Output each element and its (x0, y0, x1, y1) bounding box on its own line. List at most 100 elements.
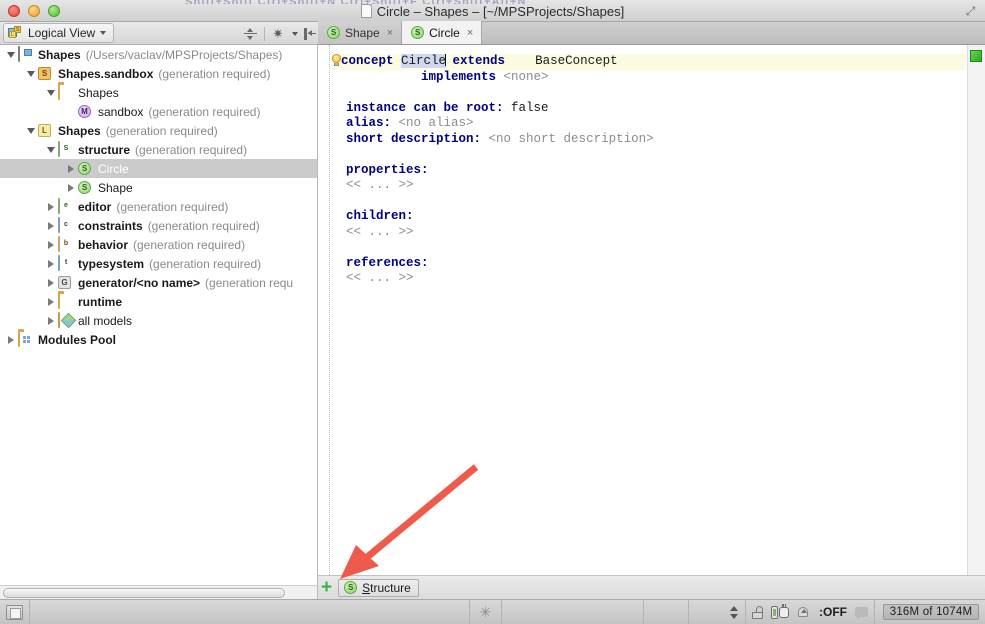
notifications-icon[interactable] (855, 607, 868, 617)
add-tool-window-button[interactable]: + (321, 578, 332, 597)
tree-spacer (64, 102, 78, 121)
tree-item-label: Circle (98, 162, 129, 176)
tree-item-runtime[interactable]: runtime (0, 292, 317, 311)
tree-item-shapes[interactable]: Shapes(/Users/vaclav/MPSProjects/Shapes) (0, 45, 317, 64)
tool-window-button-structure[interactable]: S Structure (338, 579, 419, 597)
tree-item-label: constraints (78, 219, 143, 233)
editor-line[interactable]: << ... >> (331, 178, 966, 194)
lock-icon[interactable] (752, 606, 763, 619)
tree-item-label: runtime (78, 295, 122, 309)
lightbulb-icon[interactable] (331, 54, 342, 66)
tree-item-shape[interactable]: SShape (0, 178, 317, 197)
window-title-bar: Shift+Shift Ctrl+Shift+N Ctrl+Shift+F Ct… (0, 0, 985, 22)
logical-view-tree[interactable]: Shapes(/Users/vaclav/MPSProjects/Shapes)… (0, 45, 318, 585)
editor-line[interactable] (331, 85, 966, 101)
chevron-right-icon[interactable] (64, 159, 78, 178)
concept-icon: S (78, 180, 94, 195)
editor-text (331, 116, 346, 130)
editor-line[interactable]: << ... >> (331, 271, 966, 287)
tree-item-generator-no-name[interactable]: Ggenerator/<no name>(generation requ (0, 273, 317, 292)
editor-line[interactable]: children: (331, 209, 966, 225)
tree-item-typesystem[interactable]: ttypesystem(generation required) (0, 254, 317, 273)
fullscreen-icon[interactable]: ⤢ (964, 5, 977, 18)
all-models-icon (58, 313, 74, 328)
power-save-icon[interactable] (771, 605, 789, 620)
editor-line[interactable]: properties: (331, 163, 966, 179)
mps-application-window: Shift+Shift Ctrl+Shift+N Ctrl+Shift+F Ct… (0, 0, 985, 624)
chevron-right-icon[interactable] (44, 311, 58, 330)
tree-item-status: (generation required) (133, 238, 245, 252)
editor-line[interactable]: instance can be root: false (331, 101, 966, 117)
chevron-down-icon[interactable] (44, 83, 58, 102)
editor-text (331, 209, 346, 223)
tree-item-label: all models (78, 314, 132, 328)
editor-line[interactable]: short description: <no short description… (331, 132, 966, 148)
tree-item-behavior[interactable]: bbehavior(generation required) (0, 235, 317, 254)
tree-item-status: (generation required) (148, 219, 260, 233)
status-background-task-cell[interactable]: ✳ (470, 600, 502, 624)
scrollbar-thumb[interactable] (3, 588, 285, 598)
editor-line[interactable] (331, 240, 966, 256)
ok-marker-icon[interactable] (970, 50, 982, 62)
editor-line[interactable]: concept Circle extends BaseConcept (331, 54, 966, 70)
tree-item-all-models[interactable]: all models (0, 311, 317, 330)
chevron-right-icon[interactable] (44, 292, 58, 311)
tree-item-structure[interactable]: Sstructure(generation required) (0, 140, 317, 159)
tree-item-label: Shapes (38, 48, 81, 62)
tree-item-shapes[interactable]: LShapes(generation required) (0, 121, 317, 140)
editor-marker-bar[interactable] (967, 45, 985, 585)
chevron-right-icon[interactable] (44, 254, 58, 273)
tree-item-editor[interactable]: eeditor(generation required) (0, 197, 317, 216)
editor-line[interactable]: << ... >> (331, 225, 966, 241)
tree-item-circle[interactable]: SCircle (0, 159, 317, 178)
memory-indicator[interactable]: 316M of 1074M (883, 604, 979, 620)
close-icon[interactable]: × (387, 27, 393, 39)
chevron-down-icon[interactable] (4, 45, 18, 64)
chevron-down-icon[interactable] (44, 140, 58, 159)
chevron-right-icon[interactable] (44, 216, 58, 235)
toggle-sidebar-icon[interactable] (6, 605, 23, 620)
chevron-right-icon[interactable] (44, 273, 58, 292)
up-down-arrows-icon[interactable] (728, 605, 739, 620)
tree-item-constraints[interactable]: cconstraints(generation required) (0, 216, 317, 235)
tree-item-modules-pool[interactable]: Modules Pool (0, 330, 317, 349)
chevron-down-icon[interactable] (24, 64, 38, 83)
chevron-right-icon[interactable] (44, 235, 58, 254)
editor-keyword: properties: (346, 163, 429, 177)
editor-line[interactable]: alias: <no alias> (331, 116, 966, 132)
editor-placeholder-text: << ... >> (346, 178, 414, 192)
chevron-right-icon[interactable] (44, 197, 58, 216)
editor-line[interactable] (331, 147, 966, 163)
view-selector-button[interactable]: SL Logical View (3, 23, 114, 43)
tab-circle[interactable]: S Circle × (402, 21, 482, 44)
chevron-down-icon[interactable] (24, 121, 38, 140)
background-task-icon: ✳ (478, 605, 493, 620)
status-memory-cell[interactable]: 316M of 1074M (875, 600, 985, 624)
tree-item-sandbox[interactable]: Msandbox(generation required) (0, 102, 317, 121)
tree-item-shapes[interactable]: Shapes (0, 83, 317, 102)
editor-line[interactable]: references: (331, 256, 966, 272)
editor-keyword: short description: (346, 132, 489, 146)
settings-dropdown-button[interactable] (289, 24, 300, 43)
concept-editor[interactable]: concept Circle extends BaseConcept imple… (318, 45, 985, 585)
chevron-right-icon[interactable] (4, 330, 18, 349)
settings-button[interactable]: ✷ (269, 24, 289, 43)
status-toggle-sidebar-cell[interactable] (0, 600, 30, 624)
chevron-right-icon[interactable] (64, 178, 78, 197)
tree-item-label: sandbox (98, 105, 143, 119)
tab-shape[interactable]: S Shape × (318, 21, 402, 44)
editor-code-area[interactable]: concept Circle extends BaseConcept imple… (331, 45, 966, 585)
tree-item-status: (generation required) (106, 124, 218, 138)
editor-text: false (511, 101, 549, 115)
close-icon[interactable]: × (467, 27, 473, 39)
status-updown-cell[interactable] (689, 600, 746, 624)
tree-horizontal-scrollbar[interactable] (0, 585, 318, 599)
editor-line[interactable]: implements <none> (331, 70, 966, 86)
hide-panel-button[interactable] (300, 24, 320, 43)
tree-item-shapes-sandbox[interactable]: SShapes.sandbox(generation required) (0, 64, 317, 83)
tree-item-label: structure (78, 143, 130, 157)
structure-model-icon: S (58, 142, 74, 157)
collapse-all-button[interactable] (240, 24, 260, 43)
editor-line[interactable] (331, 194, 966, 210)
editor-placeholder-text: <no short description> (489, 132, 654, 146)
